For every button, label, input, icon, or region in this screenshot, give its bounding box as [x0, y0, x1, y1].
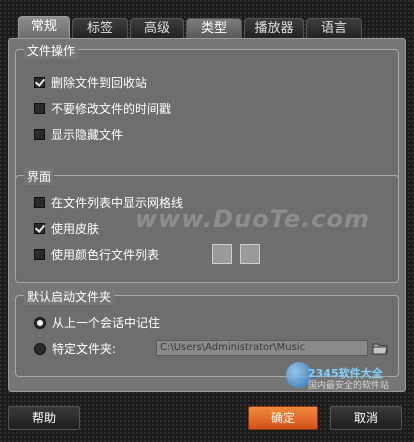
- option-label: 从上一个会话中记住: [52, 316, 161, 330]
- tab-types[interactable]: 类型: [186, 18, 242, 38]
- file-ops-group: 文件操作 删除文件到回收站 不要修改文件的时间戳 显示隐藏文件: [15, 42, 399, 189]
- ok-button[interactable]: 确定: [248, 406, 318, 430]
- tab-language[interactable]: 语言: [306, 18, 362, 38]
- open-folder-icon[interactable]: [371, 339, 389, 357]
- checkbox[interactable]: [34, 77, 45, 88]
- option-delete-to-recycle[interactable]: 删除文件到回收站: [34, 74, 147, 91]
- checkbox[interactable]: [34, 249, 45, 260]
- folder-path-field[interactable]: C:\Users\Administrator\Music: [156, 340, 368, 356]
- option-label: 显示隐藏文件: [51, 128, 124, 142]
- file-ops-title: 文件操作: [24, 42, 79, 59]
- option-use-skin[interactable]: 使用皮肤: [34, 220, 99, 237]
- help-button[interactable]: 帮助: [8, 406, 80, 430]
- watermark-text: www.DuoTe.com: [135, 205, 370, 233]
- option-label: 删除文件到回收站: [51, 76, 148, 90]
- checkbox[interactable]: [34, 103, 45, 114]
- option-keep-timestamp[interactable]: 不要修改文件的时间戳: [34, 100, 171, 117]
- tab-bar: 常规 标签 高级 类型 播放器 语言: [18, 16, 364, 38]
- option-label: 使用皮肤: [51, 222, 100, 236]
- tab-tags[interactable]: 标签: [72, 18, 128, 38]
- site-logo-text: 2345软件大全: [308, 367, 383, 380]
- option-show-hidden[interactable]: 显示隐藏文件: [34, 126, 123, 143]
- option-remember-session[interactable]: 从上一个会话中记住: [34, 314, 160, 331]
- folder-path-row: C:\Users\Administrator\Music: [16, 340, 400, 358]
- checkbox[interactable]: [34, 197, 45, 208]
- color-swatch-2[interactable]: [240, 244, 260, 264]
- default-folder-group: 默认启动文件夹 从上一个会话中记住 特定文件夹: C:\Users\Admini…: [15, 288, 400, 377]
- site-watermark: 2345软件大全 国内最安全的软件站: [308, 368, 408, 392]
- radio-button[interactable]: [34, 316, 46, 329]
- tab-general[interactable]: 常规: [18, 16, 70, 38]
- tab-advanced[interactable]: 高级: [130, 18, 184, 38]
- site-tagline: 国内最安全的软件站: [308, 381, 390, 391]
- color-swatch-1[interactable]: [212, 244, 232, 264]
- interface-title: 界面: [24, 168, 55, 185]
- checkbox[interactable]: [34, 129, 45, 140]
- checkbox[interactable]: [34, 223, 45, 234]
- option-color-rows[interactable]: 使用颜色行文件列表: [34, 246, 159, 263]
- cancel-button[interactable]: 取消: [330, 406, 402, 430]
- option-label: 使用颜色行文件列表: [51, 248, 160, 262]
- tab-player[interactable]: 播放器: [244, 18, 304, 38]
- option-label: 不要修改文件的时间戳: [51, 102, 172, 116]
- default-folder-title: 默认启动文件夹: [24, 288, 115, 305]
